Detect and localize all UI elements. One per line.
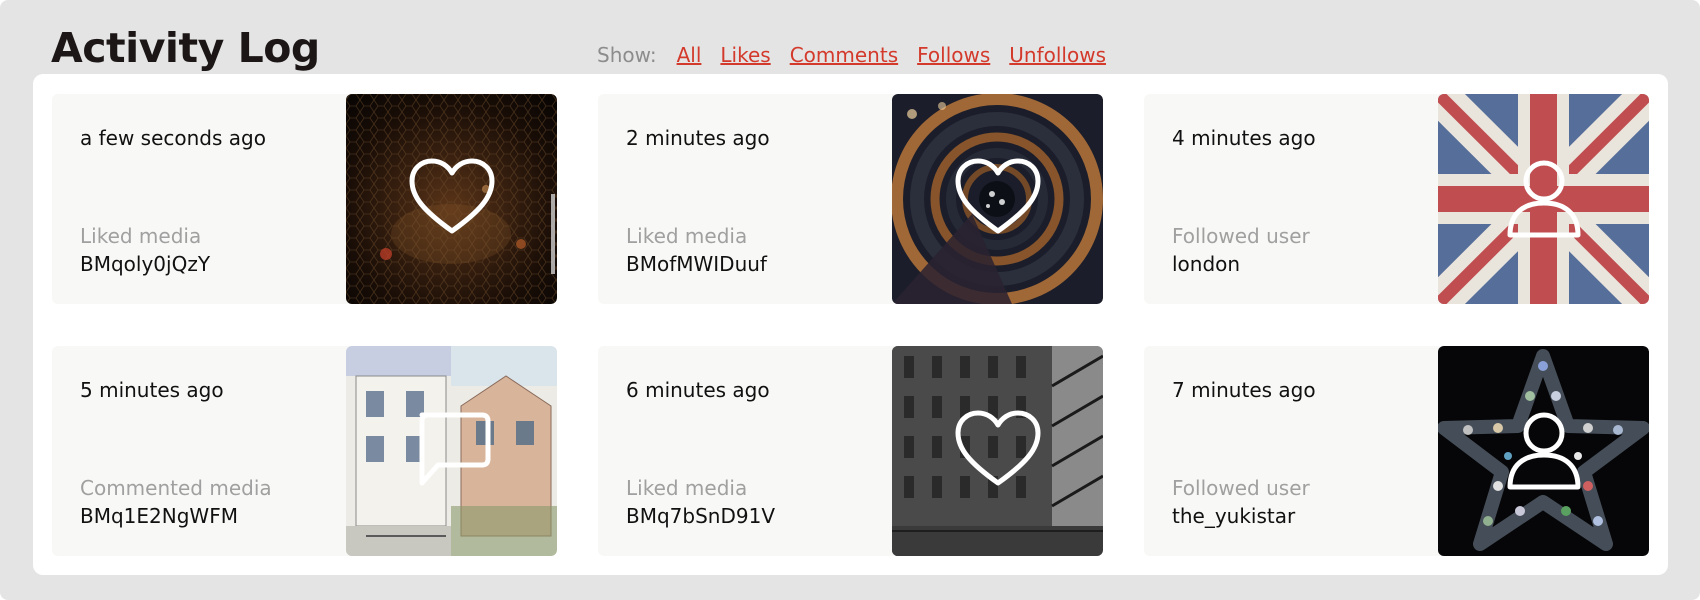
activity-action: Commented media	[80, 476, 272, 500]
activity-card: 4 minutes ago Followed user london	[1144, 94, 1649, 304]
brick-building-thumbnail[interactable]	[892, 346, 1103, 556]
filter-comments-link[interactable]: Comments	[790, 43, 898, 67]
activity-card: a few seconds ago Liked media BMqoly0jQz…	[52, 94, 557, 304]
activity-time: 4 minutes ago	[1172, 126, 1316, 150]
activity-action: Followed user	[1172, 476, 1310, 500]
activity-target: BMqoly0jQzY	[80, 252, 211, 276]
user-icon	[1507, 160, 1580, 238]
app-frame: Activity Log Show: All Likes Comments Fo…	[0, 0, 1700, 600]
activity-card: 2 minutes ago Liked media BMofMWIDuuf	[598, 94, 1103, 304]
activity-panel: a few seconds ago Liked media BMqoly0jQz…	[33, 74, 1668, 575]
activity-time: 6 minutes ago	[626, 378, 770, 402]
activity-time: 7 minutes ago	[1172, 378, 1316, 402]
activity-time: 2 minutes ago	[626, 126, 770, 150]
activity-card: 6 minutes ago Liked media BMq7bSnD91V	[598, 346, 1103, 556]
activity-target: london	[1172, 252, 1241, 276]
jewel-star-thumbnail[interactable]	[1438, 346, 1649, 556]
page-title: Activity Log	[51, 24, 320, 72]
activity-target: BMofMWIDuuf	[626, 252, 767, 276]
activity-time: 5 minutes ago	[80, 378, 224, 402]
activity-card: 5 minutes ago Commented media BMq1E2NgWF…	[52, 346, 557, 556]
filter-unfollows-link[interactable]: Unfollows	[1009, 43, 1106, 67]
user-icon	[1507, 412, 1580, 490]
filter-show-label: Show:	[597, 43, 657, 67]
dark-hexagon-tunnel-thumbnail[interactable]	[346, 94, 557, 304]
activity-action: Followed user	[1172, 224, 1310, 248]
activity-target: the_yukistar	[1172, 504, 1296, 528]
heart-icon	[409, 158, 494, 234]
filter-all-link[interactable]: All	[677, 43, 702, 67]
comment-icon	[419, 412, 490, 486]
activity-action: Liked media	[80, 224, 202, 248]
townhouse-sketch-thumbnail[interactable]	[346, 346, 557, 556]
heart-icon	[955, 158, 1040, 234]
filter-bar: Show: All Likes Comments Follows Unfollo…	[597, 43, 1125, 67]
activity-target: BMq7bSnD91V	[626, 504, 775, 528]
heart-icon	[955, 410, 1040, 486]
filter-likes-link[interactable]: Likes	[720, 43, 770, 67]
activity-action: Liked media	[626, 224, 748, 248]
activity-card: 7 minutes ago Followed user the_yukistar	[1144, 346, 1649, 556]
activity-action: Liked media	[626, 476, 748, 500]
spiral-staircase-thumbnail[interactable]	[892, 94, 1103, 304]
activity-time: a few seconds ago	[80, 126, 266, 150]
union-jack-flag-thumbnail[interactable]	[1438, 94, 1649, 304]
activity-target: BMq1E2NgWFM	[80, 504, 238, 528]
filter-follows-link[interactable]: Follows	[917, 43, 990, 67]
